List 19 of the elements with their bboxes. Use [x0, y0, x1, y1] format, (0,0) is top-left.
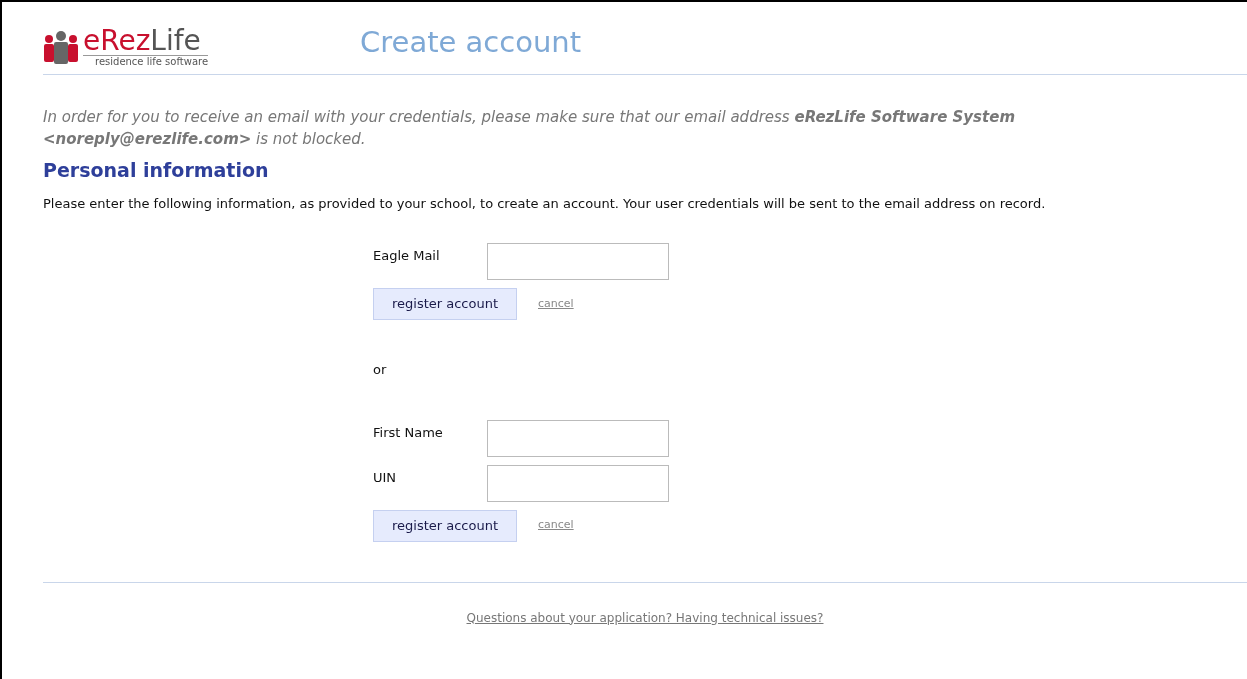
input-field[interactable] — [487, 464, 669, 502]
section-heading: Personal information — [43, 158, 270, 183]
help-link[interactable]: Questions about your application? Having technical issues? — [466, 608, 824, 627]
field-label: First Name — [373, 423, 444, 442]
register-button[interactable]: register account — [373, 288, 517, 320]
people-icon — [43, 30, 79, 64]
field-label: UIN — [373, 468, 398, 487]
page-title: Create account — [360, 24, 582, 62]
notice-text: In order for you to receive an email with your credentials, please make sure that our email address eRezLife Software System <noreply@erezlife.com> is not blocked. — [43, 107, 1016, 150]
logo-wordmark: eRezLife — [83, 26, 209, 56]
input-field[interactable] — [487, 243, 669, 280]
register-button[interactable]: register account — [373, 509, 517, 542]
logo-tagline: residence life software — [94, 55, 209, 68]
instructions-text: Please enter the following information, as provided to your school, to create an account. Your user credentials will be sent to the email address on record. — [43, 194, 1047, 213]
input-field[interactable] — [487, 419, 669, 457]
cancel-link[interactable]: cancel — [538, 295, 574, 313]
cancel-link[interactable]: cancel — [538, 517, 574, 534]
field-label: Eagle Mail — [373, 247, 441, 265]
separator-text: or — [373, 361, 388, 379]
